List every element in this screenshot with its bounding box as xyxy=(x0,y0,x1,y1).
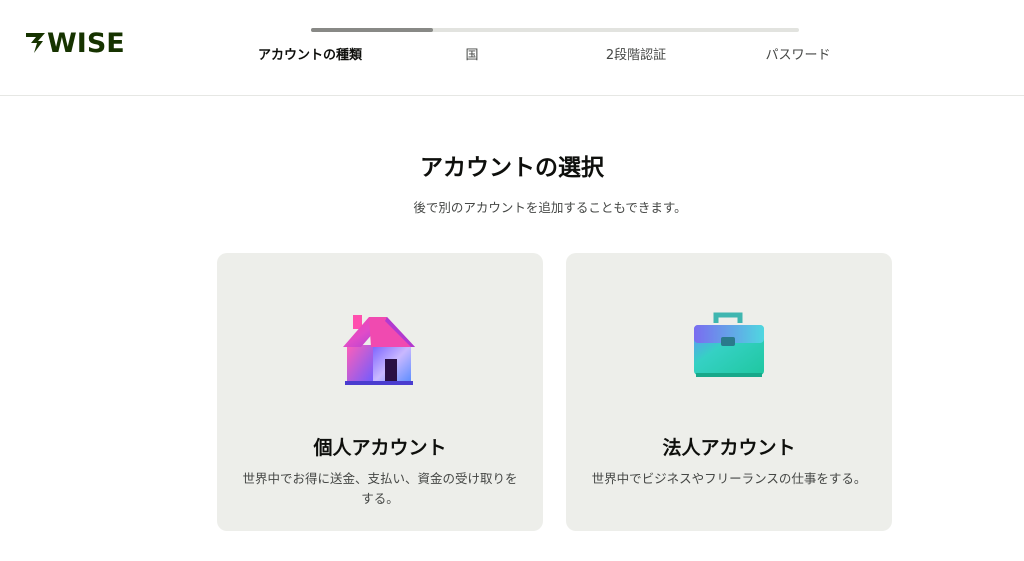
briefcase-icon xyxy=(694,312,764,377)
progress-bar xyxy=(311,28,799,32)
step-password: パスワード xyxy=(765,48,831,63)
house-icon xyxy=(343,315,415,385)
step-account-type: アカウントの種類 xyxy=(257,48,363,63)
logo-wordmark: WISE xyxy=(47,28,125,57)
personal-account-card[interactable]: 個人アカウント 世界中でお得に送金、支払い、資金の受け取りをする。 xyxy=(217,253,543,531)
business-account-title: 法人アカウント xyxy=(662,437,796,459)
page-title: アカウントの選択 xyxy=(420,155,604,181)
page-subtitle: 後で別のアカウントを追加することもできます。 xyxy=(413,200,687,215)
personal-account-description: 世界中でお得に送金、支払い、資金の受け取りをする。 xyxy=(242,471,518,506)
personal-account-title: 個人アカウント xyxy=(313,437,447,459)
business-account-description: 世界中でビジネスやフリーランスの仕事をする。 xyxy=(591,471,867,486)
wise-logo[interactable]: WISE xyxy=(25,27,129,57)
top-header: WISE アカウントの種類 国 2段階認証 パスワード xyxy=(0,0,1024,96)
step-two-factor: 2段階認証 xyxy=(605,48,667,63)
step-country: 国 xyxy=(465,48,479,63)
business-account-card[interactable]: 法人アカウント 世界中でビジネスやフリーランスの仕事をする。 xyxy=(566,253,892,531)
progress-bar-fill xyxy=(311,28,433,32)
